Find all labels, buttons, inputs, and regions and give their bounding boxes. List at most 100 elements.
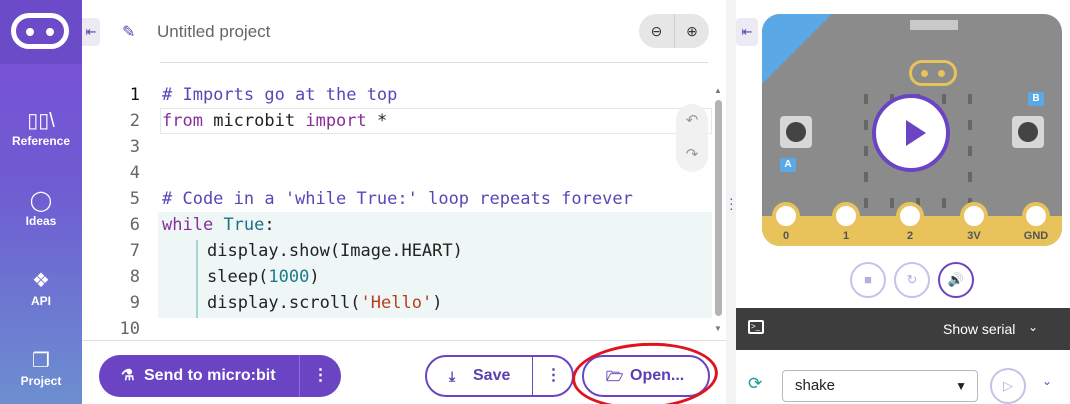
code-text: display.scroll('Hello'): [207, 293, 443, 313]
pin-label: GND: [1023, 230, 1049, 242]
redo-button[interactable]: ↷: [676, 138, 708, 172]
chevron-down-icon: ▼: [955, 379, 967, 393]
gesture-play-button[interactable]: ▷: [990, 368, 1026, 404]
collapse-sidebar-button[interactable]: ⇤: [82, 18, 100, 46]
panel-resize-handle[interactable]: · · ·: [726, 0, 736, 404]
gesture-value: shake: [795, 377, 836, 394]
code-area[interactable]: 1 # Imports go at the top 2 from microbi…: [82, 82, 716, 342]
code-line: 6 while True:: [82, 212, 716, 238]
pin-3v[interactable]: [960, 202, 988, 230]
chevron-down-icon[interactable]: ⌄: [1028, 320, 1038, 334]
gesture-icon: ⟳: [748, 374, 763, 393]
books-icon: ▯▯\: [27, 110, 55, 132]
save-button[interactable]: ⤓ Save ⋮: [425, 355, 574, 397]
terminal-icon: >_: [748, 320, 764, 334]
open-button[interactable]: 🗁 Open...: [582, 355, 710, 397]
usb-icon: ⚗: [121, 367, 135, 384]
save-label: Save: [473, 367, 511, 384]
button-b[interactable]: [1012, 116, 1044, 148]
reset-button[interactable]: ↻: [894, 262, 930, 298]
editor-scrollbar[interactable]: ▲ ▼: [712, 86, 724, 336]
gesture-controls: ⟳ shake ▼ ▷ ⌄: [736, 350, 1070, 404]
python-editor-app: ▯▯\ Reference ◯ Ideas ❖ API ❐ Project ⇤ …: [0, 0, 1070, 404]
nav-item-project[interactable]: ❐ Project: [0, 348, 82, 404]
scroll-up-arrow-icon[interactable]: ▲: [714, 86, 722, 95]
serial-bar[interactable]: >_ Show serial ⌄: [736, 308, 1070, 350]
microbit-board: A B 0 1 2 3V GND: [762, 14, 1062, 246]
microbit-face-logo[interactable]: [909, 60, 957, 86]
sound-button[interactable]: 🔊: [938, 262, 974, 298]
gesture-select[interactable]: shake ▼: [782, 370, 978, 402]
undo-button[interactable]: ↶: [676, 104, 708, 138]
code-line: 2 from microbit import *: [82, 108, 716, 134]
pin-1[interactable]: [832, 202, 860, 230]
collapse-simulator-button[interactable]: ⇤: [736, 18, 758, 46]
zoom-out-button[interactable]: ⊖: [639, 14, 674, 48]
code-text: # Code in a 'while True:' loop repeats f…: [162, 189, 633, 209]
simulator-play-button[interactable]: [872, 94, 950, 172]
line-number: 9: [129, 293, 140, 313]
project-name[interactable]: Untitled project: [157, 22, 270, 42]
nav-label: API: [30, 294, 51, 308]
line-number: 2: [129, 111, 140, 131]
code-text: display.show(Image.HEART): [207, 241, 463, 261]
line-number: 10: [119, 319, 140, 339]
code-line: 7 display.show(Image.HEART): [82, 238, 716, 264]
lightbulb-icon: ◯: [29, 190, 53, 212]
button-a[interactable]: [780, 116, 812, 148]
action-bar: ⚗ Send to micro:bit ⋮ ⤓ Save ⋮ 🗁 Open...: [82, 339, 726, 404]
code-line: 8 sleep(1000): [82, 264, 716, 290]
code-text: from microbit import *: [162, 111, 388, 131]
pin-label: 0: [782, 230, 790, 242]
code-line: 5 # Code in a 'while True:' loop repeats…: [82, 186, 716, 212]
header-divider: [160, 62, 708, 63]
nav-item-ideas[interactable]: ◯ Ideas: [0, 188, 82, 248]
microbit-logo-icon: [11, 13, 69, 49]
nav-label: Ideas: [25, 214, 57, 228]
download-icon: ⤓: [449, 368, 456, 384]
code-line: 1 # Imports go at the top: [82, 82, 716, 108]
zoom-in-button[interactable]: ⊕: [674, 14, 709, 48]
folder-icon: 🗁: [606, 368, 624, 384]
code-editor-panel: ⇤ ✎ Untitled project ⊖ ⊕ 1 # Imports go …: [82, 0, 726, 404]
python-icon: ❖: [32, 270, 50, 292]
pencil-icon[interactable]: ✎: [122, 22, 135, 42]
pin-gnd[interactable]: [1022, 202, 1050, 230]
simulator-controls: ■ ↻ 🔊: [848, 262, 978, 302]
board-corner-decoration: [762, 14, 832, 84]
simulator-panel: ⇤ A B 0 1 2 3V GND ■ ↻ 🔊 >_ Show serial …: [736, 0, 1070, 404]
stop-button[interactable]: ■: [850, 262, 886, 298]
send-more-options-button[interactable]: ⋮: [299, 355, 341, 397]
scroll-down-arrow-icon[interactable]: ▼: [714, 324, 722, 333]
line-number: 7: [129, 241, 140, 261]
pin-2[interactable]: [896, 202, 924, 230]
scrollbar-thumb[interactable]: [715, 100, 722, 316]
line-number: 8: [129, 267, 140, 287]
nav-label: Reference: [11, 134, 71, 148]
files-icon: ❐: [32, 350, 50, 372]
code-line: 9 display.scroll('Hello'): [82, 290, 716, 316]
nav-item-api[interactable]: ❖ API: [0, 268, 82, 328]
show-serial-label[interactable]: Show serial: [943, 321, 1015, 337]
send-to-microbit-button[interactable]: ⚗ Send to micro:bit: [99, 355, 299, 397]
open-label: Open...: [630, 367, 685, 384]
code-line: 4: [82, 160, 716, 186]
line-number: 3: [129, 137, 140, 157]
pin-label: 3V: [967, 230, 981, 242]
expand-chevron-icon[interactable]: ⌄: [1042, 374, 1052, 388]
microbit-logo[interactable]: [0, 0, 82, 64]
nav-item-reference[interactable]: ▯▯\ Reference: [0, 108, 82, 168]
code-text: sleep(1000): [207, 267, 320, 287]
usb-connector: [910, 20, 958, 30]
zoom-controls: ⊖ ⊕: [639, 14, 709, 48]
undo-redo-controls: ↶ ↷: [676, 104, 708, 172]
code-line: 3: [82, 134, 716, 160]
pin-label: 1: [842, 230, 850, 242]
line-number: 5: [129, 189, 140, 209]
code-text: while True:: [162, 215, 275, 235]
line-number: 4: [129, 163, 140, 183]
pin-0[interactable]: [772, 202, 800, 230]
save-more-options-button[interactable]: ⋮: [533, 357, 574, 395]
button-b-label: B: [1028, 92, 1044, 106]
drag-handle-icon: · · ·: [729, 190, 734, 216]
